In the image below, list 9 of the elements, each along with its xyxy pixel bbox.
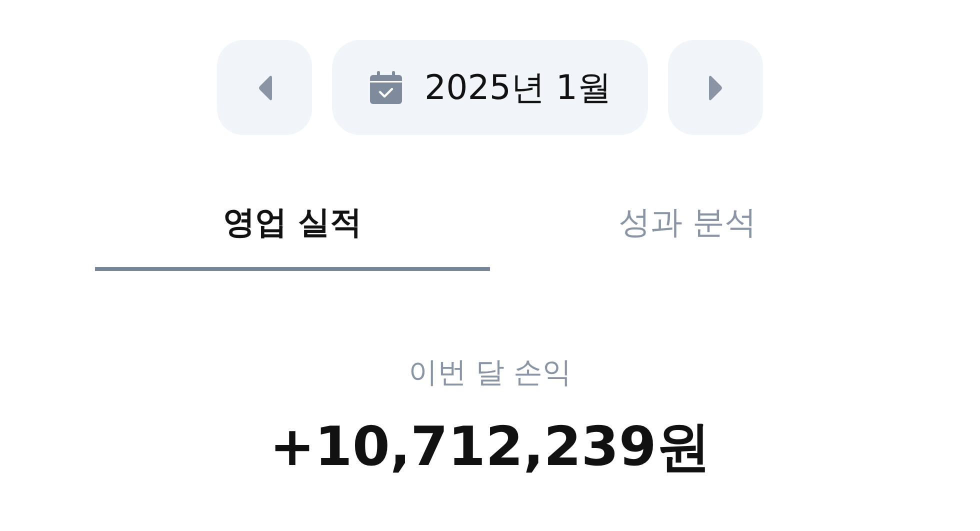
next-month-button[interactable] xyxy=(668,40,763,135)
calendar-check-icon xyxy=(368,70,403,104)
profit-amount: +10,712,239원 xyxy=(270,414,710,480)
tab[interactable]: 영업 실적 xyxy=(95,193,490,271)
caret-left-icon xyxy=(258,74,272,100)
caret-right-icon xyxy=(708,74,722,100)
previous-month-button[interactable] xyxy=(217,40,312,135)
month-selector-button[interactable]: 2025년 1월 xyxy=(332,40,648,135)
summary-label: 이번 달 손익 xyxy=(408,354,572,391)
